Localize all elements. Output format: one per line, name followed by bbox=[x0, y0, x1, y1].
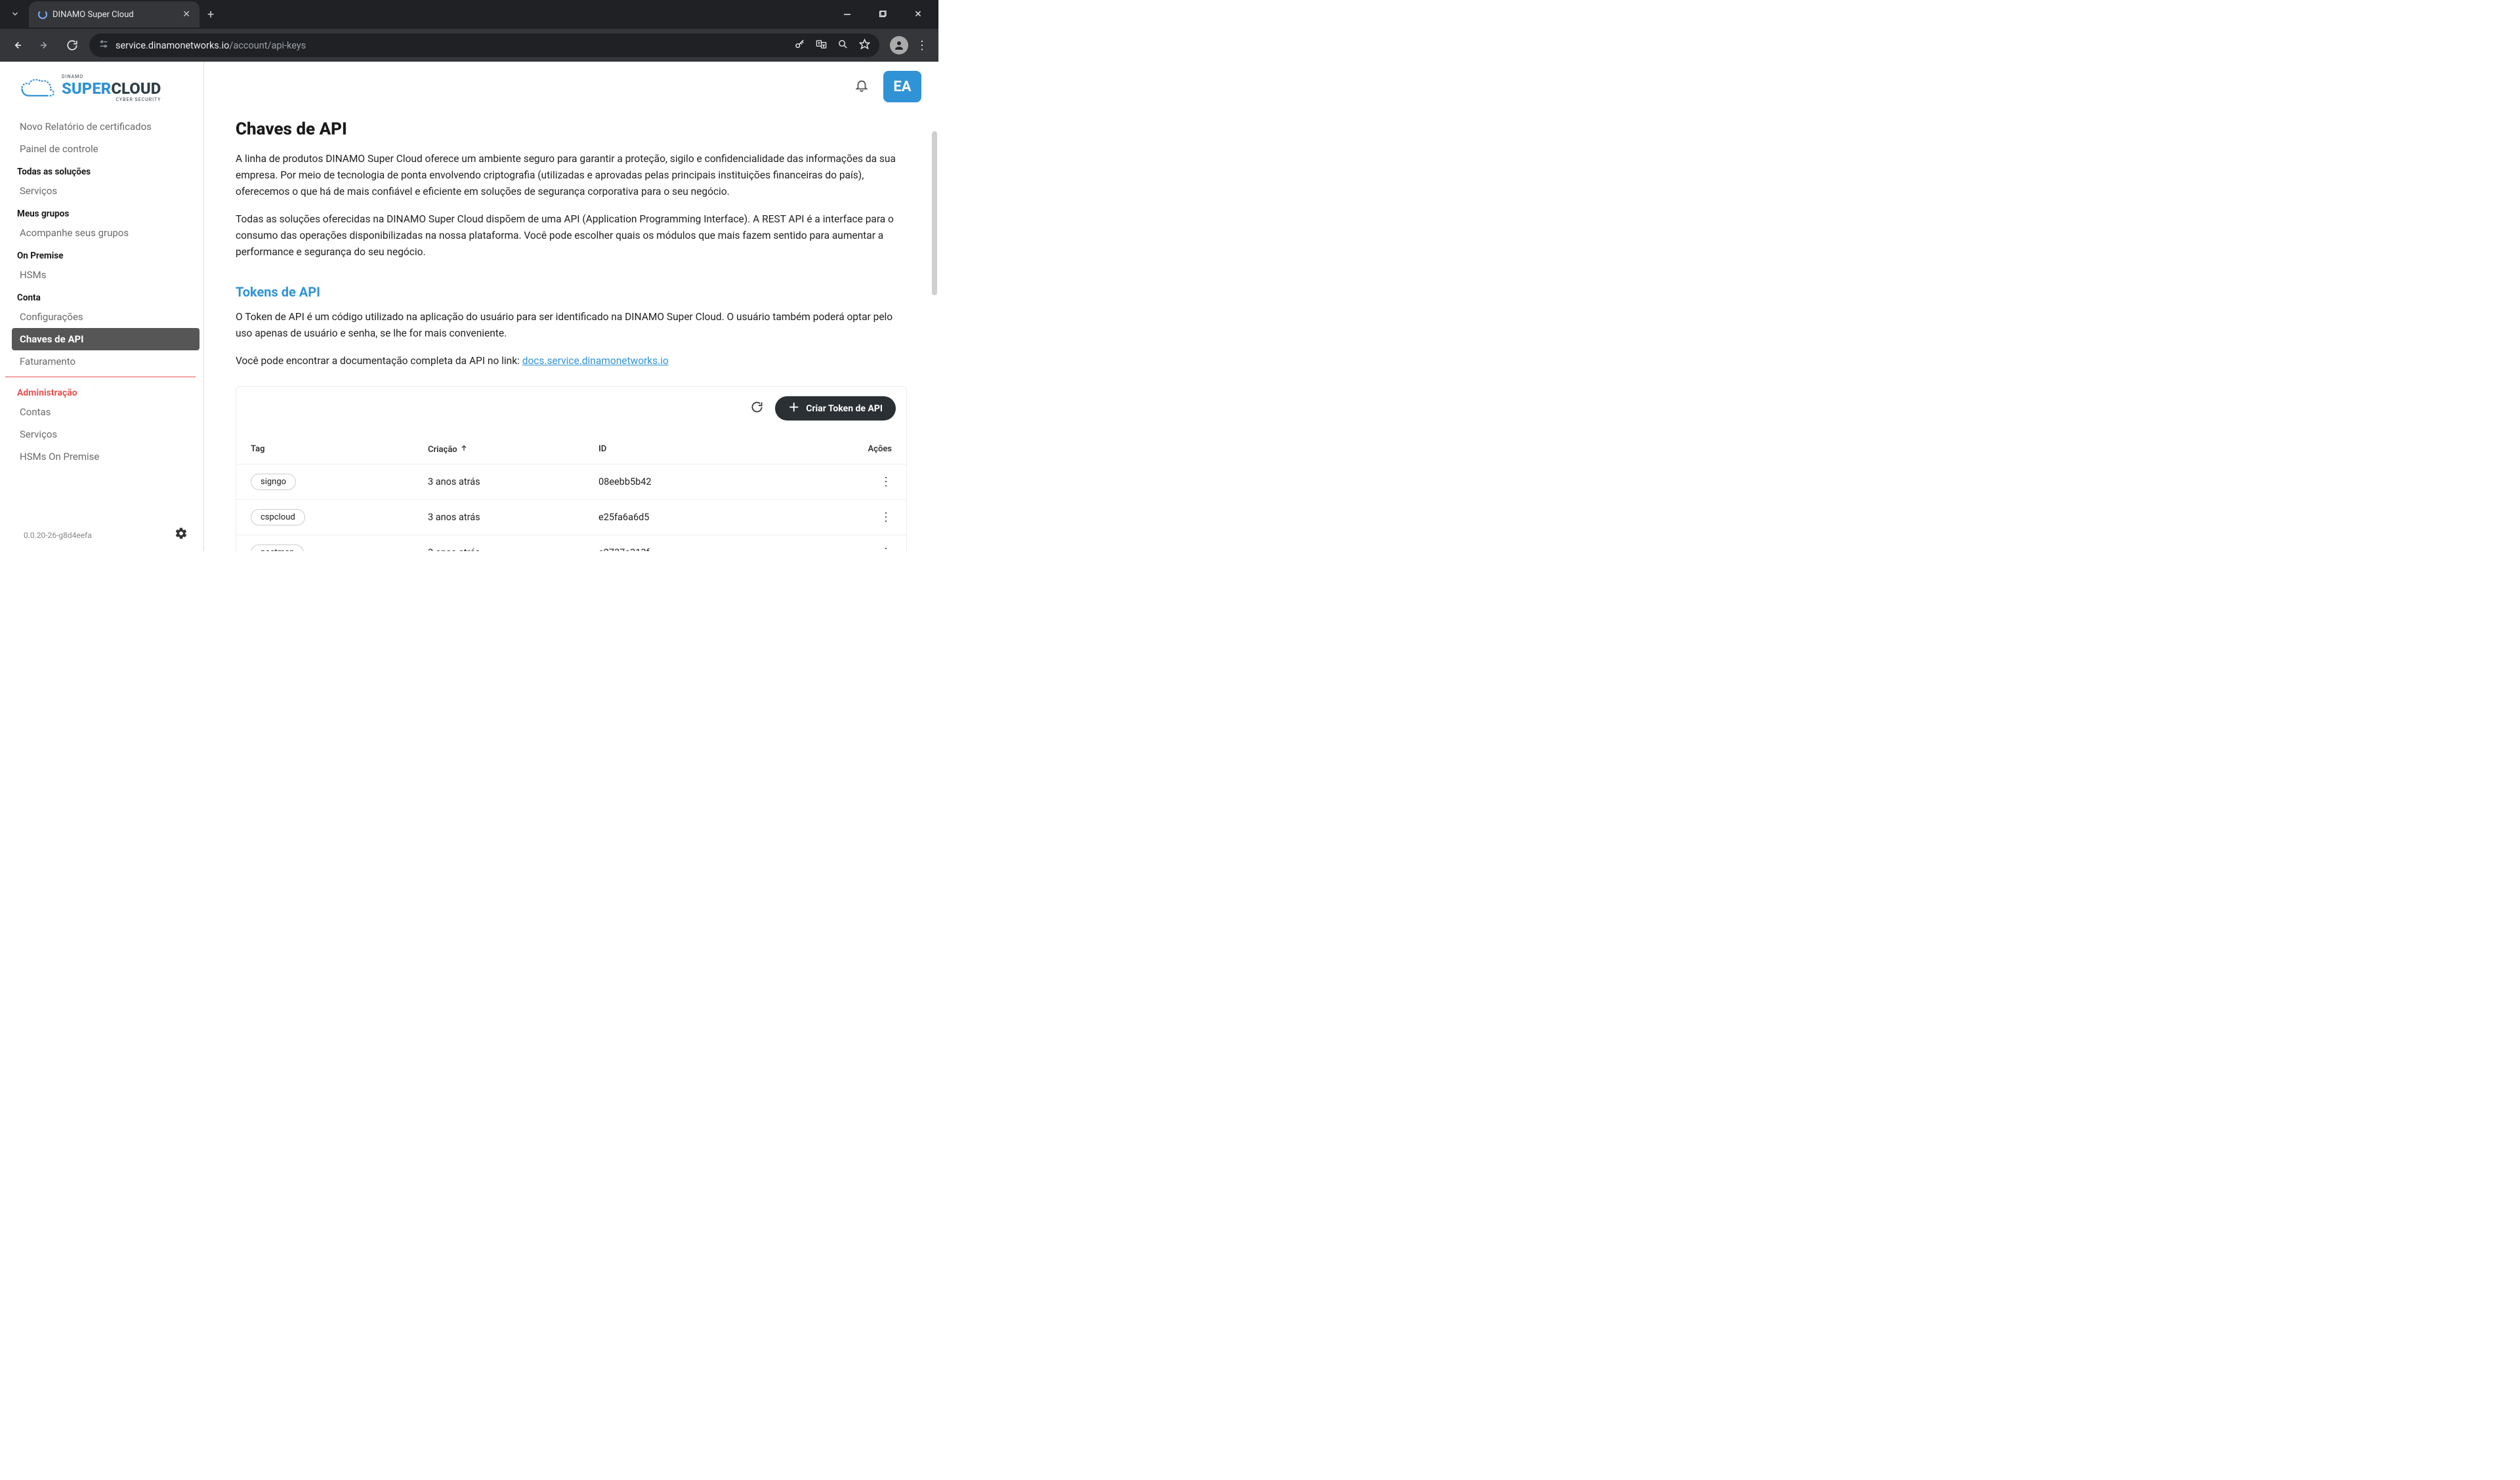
logo-brand-big: SUPERCLOUD bbox=[62, 81, 161, 96]
logo-brand-sub: CYBER SECURITY bbox=[116, 98, 161, 102]
sidebar-item-chaves-api[interactable]: Chaves de API bbox=[12, 328, 200, 350]
table-row: postman 3 anos atrás e2737a313f ⋮ bbox=[236, 535, 906, 551]
col-header-created[interactable]: Criação bbox=[428, 444, 598, 455]
forward-button[interactable] bbox=[34, 35, 55, 56]
row-actions-icon[interactable]: ⋮ bbox=[880, 547, 892, 551]
zoom-icon[interactable] bbox=[837, 39, 849, 52]
col-header-id[interactable]: ID bbox=[598, 444, 852, 455]
cell-created: 3 anos atrás bbox=[428, 476, 598, 487]
col-header-actions: Ações bbox=[852, 444, 892, 455]
sidebar-section-admin: Administração bbox=[0, 377, 203, 401]
cell-id: 08eebb5b42 bbox=[598, 476, 852, 487]
sidebar-item-admin-contas[interactable]: Contas bbox=[0, 401, 203, 423]
window-minimize-icon[interactable] bbox=[832, 4, 862, 25]
sidebar-section-conta: Conta bbox=[0, 286, 203, 306]
refresh-icon[interactable] bbox=[751, 401, 763, 417]
create-token-label: Criar Token de API bbox=[806, 403, 883, 414]
sidebar-section-onpremise: On Premise bbox=[0, 244, 203, 264]
browser-toolbar: service.dinamonetworks.io/account/api-ke… bbox=[0, 29, 938, 62]
window-maximize-icon[interactable] bbox=[868, 4, 898, 25]
sidebar-item-acompanhe-grupos[interactable]: Acompanhe seus grupos bbox=[0, 222, 203, 244]
sidebar-item-admin-servicos[interactable]: Serviços bbox=[0, 423, 203, 445]
tag-pill: cspcloud bbox=[251, 509, 305, 525]
tokens-card: ＋ Criar Token de API Tag Criação bbox=[236, 386, 907, 551]
sidebar-item-servicos[interactable]: Serviços bbox=[0, 180, 203, 202]
intro-para-2: Todas as soluções oferecidas na DINAMO S… bbox=[236, 211, 907, 260]
translate-icon[interactable] bbox=[816, 39, 827, 52]
logo-brand-small: DINAMO bbox=[62, 75, 161, 79]
titlebar: DINAMO Super Cloud ✕ + ✕ bbox=[0, 0, 938, 29]
new-tab-button[interactable]: + bbox=[200, 8, 222, 22]
page: DINAMO SUPERCLOUD CYBER SECURITY Novo Re… bbox=[0, 62, 938, 551]
sidebar-item-configuracoes[interactable]: Configurações bbox=[0, 306, 203, 328]
sidebar-section-grupos: Meus grupos bbox=[0, 202, 203, 222]
bookmark-star-icon[interactable] bbox=[859, 39, 870, 52]
tokens-para-1: O Token de API é um código utilizado na … bbox=[236, 309, 907, 342]
site-settings-icon[interactable] bbox=[98, 39, 109, 52]
docs-link[interactable]: docs.service.dinamonetworks.io bbox=[522, 355, 669, 367]
intro-para-1: A linha de produtos DINAMO Super Cloud o… bbox=[236, 151, 907, 199]
sidebar-item-painel[interactable]: Painel de controle bbox=[0, 138, 203, 160]
row-actions-icon[interactable]: ⋮ bbox=[880, 512, 892, 524]
reload-button[interactable] bbox=[62, 35, 83, 56]
url-bar[interactable]: service.dinamonetworks.io/account/api-ke… bbox=[89, 33, 879, 57]
password-key-icon[interactable] bbox=[794, 39, 805, 52]
sidebar-item-relatorio[interactable]: Novo Relatório de certificados bbox=[0, 115, 203, 138]
cell-id: e2737a313f bbox=[598, 547, 852, 551]
scrollbar[interactable] bbox=[932, 131, 937, 295]
user-avatar[interactable]: EA bbox=[883, 71, 921, 102]
cell-id: e25fa6a6d5 bbox=[598, 512, 852, 523]
sort-asc-icon bbox=[460, 444, 468, 455]
logo: DINAMO SUPERCLOUD CYBER SECURITY bbox=[0, 62, 203, 105]
browser-tab[interactable]: DINAMO Super Cloud ✕ bbox=[29, 1, 200, 28]
tag-pill: postman bbox=[251, 545, 304, 551]
version-text: 0.0.20-26-g8d4eefa bbox=[24, 531, 92, 540]
row-actions-icon[interactable]: ⋮ bbox=[880, 476, 892, 488]
sidebar-section-solucoes: Todas as soluções bbox=[0, 160, 203, 180]
bell-icon[interactable] bbox=[854, 78, 869, 96]
tab-title: DINAMO Super Cloud bbox=[52, 10, 134, 20]
profile-avatar-icon[interactable] bbox=[890, 36, 908, 54]
col-header-tag[interactable]: Tag bbox=[251, 444, 428, 455]
tab-close-icon[interactable]: ✕ bbox=[182, 9, 190, 20]
cell-created: 3 anos atrás bbox=[428, 512, 598, 523]
tab-search-dropdown[interactable] bbox=[5, 5, 25, 25]
gear-icon[interactable] bbox=[175, 527, 188, 543]
table-row: cspcloud 3 anos atrás e25fa6a6d5 ⋮ bbox=[236, 500, 906, 535]
sidebar-item-admin-hsms[interactable]: HSMs On Premise bbox=[0, 445, 203, 468]
content-area: EA Chaves de API A linha de produtos DIN… bbox=[204, 62, 938, 551]
tag-pill: signgo bbox=[251, 474, 296, 490]
back-button[interactable] bbox=[7, 35, 28, 56]
tokens-para-2: Você pode encontrar a documentação compl… bbox=[236, 353, 907, 369]
sidebar-item-hsms[interactable]: HSMs bbox=[0, 264, 203, 286]
sidebar-item-faturamento[interactable]: Faturamento bbox=[0, 350, 203, 373]
table-row: signgo 3 anos atrás 08eebb5b42 ⋮ bbox=[236, 464, 906, 500]
page-title: Chaves de API bbox=[236, 119, 907, 139]
window-close-icon[interactable]: ✕ bbox=[903, 4, 933, 25]
sidebar: DINAMO SUPERCLOUD CYBER SECURITY Novo Re… bbox=[0, 62, 204, 551]
plus-icon: ＋ bbox=[788, 403, 799, 414]
url-text: service.dinamonetworks.io/account/api-ke… bbox=[116, 40, 788, 51]
cell-created: 3 anos atrás bbox=[428, 547, 598, 551]
browser-menu-icon[interactable]: ⋮ bbox=[916, 39, 932, 52]
loading-spinner-icon bbox=[38, 10, 47, 19]
create-token-button[interactable]: ＋ Criar Token de API bbox=[775, 396, 896, 421]
tokens-table: Tag Criação ID Ações signgo bbox=[236, 430, 906, 551]
tokens-section-title: Tokens de API bbox=[236, 284, 907, 300]
